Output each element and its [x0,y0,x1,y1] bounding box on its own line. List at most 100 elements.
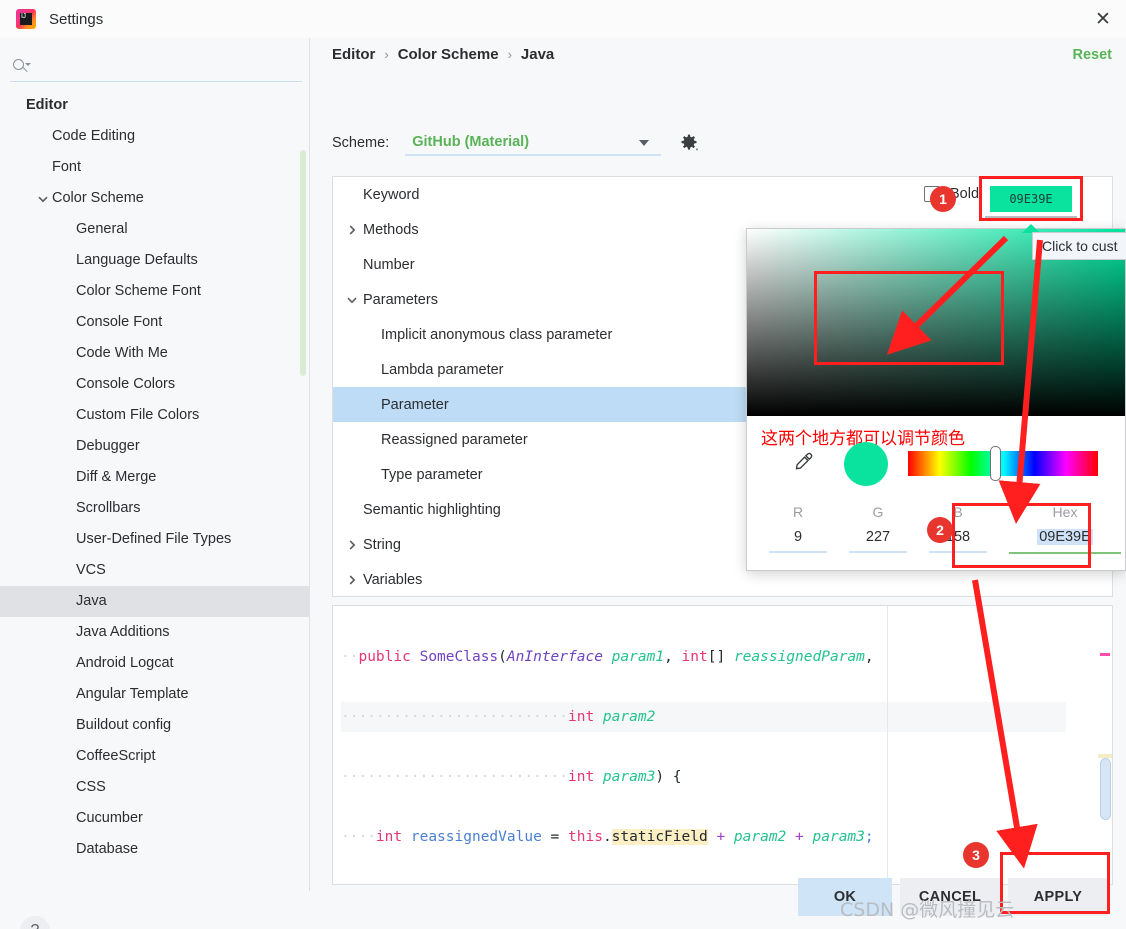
sidebar-item-label: Console Colors [76,376,176,393]
red-label: R [792,504,804,520]
sidebar-item-label: Debugger [76,438,140,455]
scheme-dropdown[interactable]: GitHub (Material) [405,130,662,156]
preview-gutter-line [887,606,888,884]
intellij-logo-icon [16,9,36,29]
sidebar-item-java[interactable]: Java [0,586,310,617]
sidebar-item-color-scheme-font[interactable]: Color Scheme Font [0,276,310,307]
eyedropper-icon[interactable] [792,451,814,473]
search-icon [12,58,31,76]
settings-window: Settings ✕ Editor Code Editing Font Color S… [0,0,1126,929]
sidebar-item-coffeescript[interactable]: CoffeeScript [0,741,310,772]
red-field[interactable]: R 9 [769,504,827,553]
error-stripe-marker[interactable] [1100,653,1110,656]
chevron-right-icon[interactable] [345,223,358,236]
sidebar-item-label: Scrollbars [76,500,141,517]
preview-scrollbar-thumb[interactable] [1100,758,1111,820]
sidebar-item-scrollbars[interactable]: Scrollbars [0,493,310,524]
breadcrumb-item-java[interactable]: Java [521,46,554,63]
breadcrumb-item-color-scheme[interactable]: Color Scheme [398,46,499,63]
sidebar-item-label: Diff & Merge [76,469,157,486]
annotation-rect-2 [952,503,1091,568]
hue-slider-thumb[interactable] [990,446,1001,481]
breadcrumb-item-editor[interactable]: Editor [332,46,375,63]
sidebar-item-label: Font [52,159,82,176]
title-bar: Settings ✕ [0,0,1126,38]
sidebar-item-buildout-config[interactable]: Buildout config [0,710,310,741]
scheme-label: Scheme: [332,135,390,151]
chevron-down-icon[interactable] [36,192,50,206]
watermark: CSDN @微风撞见云 [840,899,1015,921]
help-button[interactable]: ? [20,916,50,929]
tooltip: Click to cust [1032,232,1126,260]
attribute-row-label: Reassigned parameter [381,431,528,448]
attribute-row-label: Semantic highlighting [363,501,501,518]
sidebar-item-android-logcat[interactable]: Android Logcat [0,648,310,679]
sidebar-item-debugger[interactable]: Debugger [0,431,310,462]
sidebar-item-label: Android Logcat [76,655,174,672]
sidebar-item-label: Color Scheme Font [76,283,201,300]
sidebar-item-css[interactable]: CSS [0,772,310,803]
window-title: Settings [49,10,104,28]
sidebar-item-database[interactable]: Database [0,834,310,865]
attribute-row-label: Variables [363,571,423,588]
sidebar-item-label: User-Defined File Types [76,531,232,548]
sidebar-item-user-defined-file-types[interactable]: User-Defined File Types [0,524,310,555]
gear-icon[interactable] [679,133,699,153]
sidebar-item-code-with-me[interactable]: Code With Me [0,338,310,369]
sidebar-item-code-editing[interactable]: Code Editing [0,121,310,152]
sidebar-item-java-additions[interactable]: Java Additions [0,617,310,648]
sidebar-item-diff-merge[interactable]: Diff & Merge [0,462,310,493]
sidebar-tree: Editor Code Editing Font Color Scheme Genera… [0,90,310,870]
annotation-rect-3 [1000,852,1110,914]
green-label: G [872,504,884,520]
sidebar-item-language-defaults[interactable]: Language Defaults [0,245,310,276]
close-icon[interactable]: ✕ [1080,0,1126,38]
annotation-badge-1: 1 [930,186,956,212]
sidebar-item-label: Language Defaults [76,252,198,269]
reset-link[interactable]: Reset [1073,47,1113,63]
sidebar-item-color-scheme[interactable]: Color Scheme [0,183,310,214]
sidebar-item-label: Java Additions [76,624,170,641]
sidebar-item-console-colors[interactable]: Console Colors [0,369,310,400]
chevron-right-icon[interactable] [345,538,358,551]
sidebar-item-label: Console Font [76,314,163,331]
attribute-row-label: Lambda parameter [381,361,504,378]
chevron-down-icon[interactable] [345,293,358,306]
sidebar-item-label: CSS [76,779,106,796]
search-input[interactable] [36,56,296,78]
code-preview[interactable]: ··public SomeClass(AnInterface param1, i… [332,605,1113,885]
chevron-right-icon[interactable] [345,573,358,586]
sidebar-item-label: VCS [76,562,106,579]
attribute-row-label: Methods [363,221,419,238]
attribute-row-label: Type parameter [381,466,483,483]
annotation-rect-1 [979,176,1083,221]
annotation-badge-2: 2 [927,517,953,543]
attribute-row-label: Keyword [363,186,420,203]
sidebar-scrollbar-thumb[interactable] [300,150,306,376]
sidebar-item-label: Custom File Colors [76,407,200,424]
sidebar-item-label: Cucumber [76,810,143,827]
sidebar: Editor Code Editing Font Color Scheme Genera… [0,38,310,929]
sidebar-item-general[interactable]: General [0,214,310,245]
search-box[interactable] [10,54,302,82]
sidebar-item-label: Buildout config [76,717,172,734]
sidebar-item-editor[interactable]: Editor [0,90,310,121]
attribute-row-label: Parameters [363,291,438,308]
green-value: 227 [865,529,891,545]
sidebar-item-cucumber[interactable]: Cucumber [0,803,310,834]
error-stripe-area[interactable] [1098,606,1112,884]
breadcrumb-separator: › [384,47,389,62]
sidebar-item-label: Database [76,841,139,858]
sidebar-item-angular-template[interactable]: Angular Template [0,679,310,710]
sidebar-item-custom-file-colors[interactable]: Custom File Colors [0,400,310,431]
sidebar-item-label: Code Editing [52,128,136,145]
hue-slider[interactable] [908,451,1098,476]
sidebar-item-label: Java [76,593,107,610]
sidebar-item-console-font[interactable]: Console Font [0,307,310,338]
attribute-row-label: Implicit anonymous class parameter [381,326,613,343]
green-field[interactable]: G 227 [849,504,907,553]
sidebar-item-vcs[interactable]: VCS [0,555,310,586]
scheme-row: Scheme: GitHub (Material) [332,130,699,156]
sidebar-item-label: Color Scheme [52,190,144,207]
sidebar-item-font[interactable]: Font [0,152,310,183]
